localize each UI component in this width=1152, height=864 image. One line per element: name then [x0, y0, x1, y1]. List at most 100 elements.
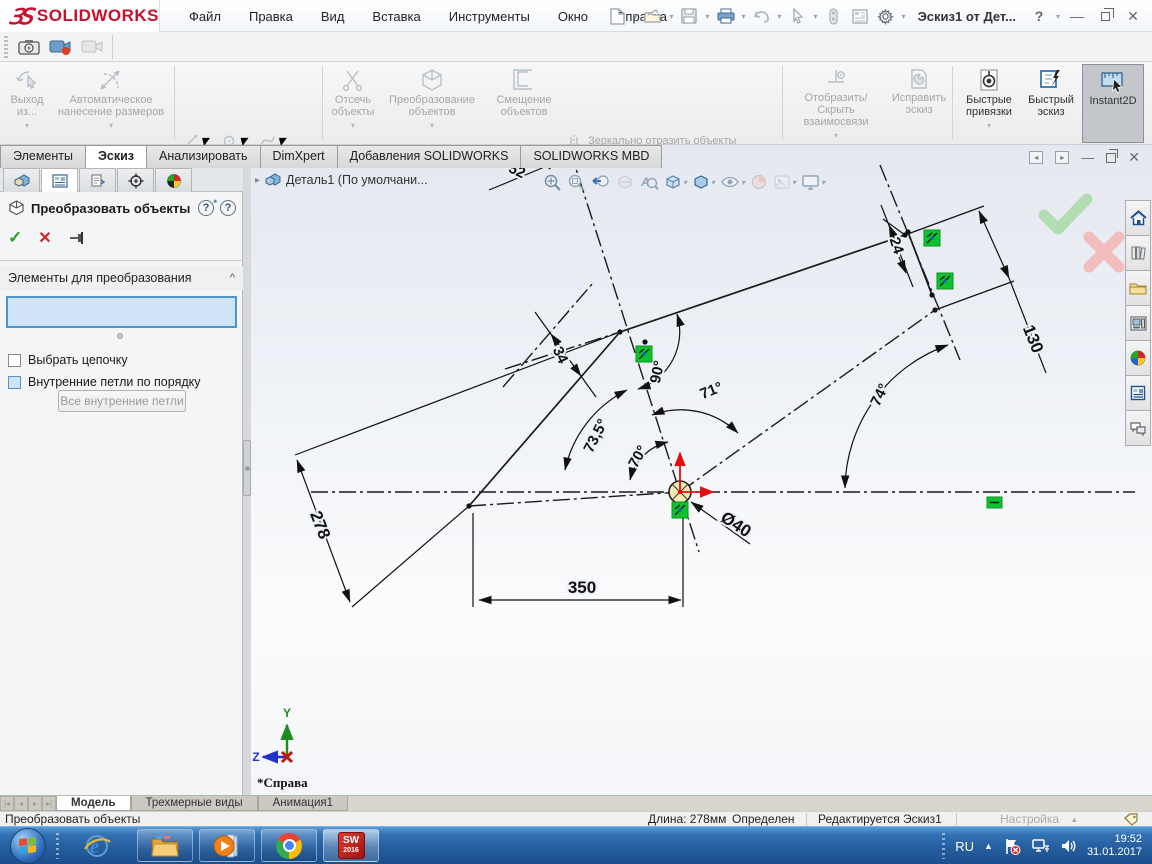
hide-show-items-icon[interactable]: ▾	[720, 174, 745, 190]
solidworks-taskbar-button[interactable]: SW 2016	[323, 829, 379, 862]
media-player-button[interactable]	[199, 829, 255, 862]
help-button[interactable]: ?	[1028, 8, 1050, 24]
dim-70-text[interactable]: 70°	[623, 441, 653, 473]
confirm-cancel-icon[interactable]	[1083, 231, 1125, 273]
feature-tree-flyout[interactable]: ▸ Деталь1 (По умолчани...	[255, 173, 428, 187]
volume-icon[interactable]	[1060, 838, 1077, 854]
instant2d-button[interactable]: Instant2D	[1082, 64, 1144, 143]
tab-evaluate[interactable]: Анализировать	[145, 145, 261, 168]
internet-explorer-button[interactable]: e	[72, 829, 122, 862]
first-tab-button[interactable]: |◂	[0, 796, 14, 811]
undo-icon[interactable]	[752, 6, 772, 26]
pm-cancel-button[interactable]: ✕	[38, 228, 51, 248]
dim-angle-74[interactable]	[840, 344, 949, 489]
dim-angle-71[interactable]	[651, 406, 739, 434]
tab-addins[interactable]: Добавления SOLIDWORKS	[336, 145, 522, 168]
view-settings-icon[interactable]: ▾	[801, 174, 825, 191]
menu-view[interactable]: Вид	[307, 9, 359, 24]
graphics-area[interactable]: 350 278 34 24 130 52 90° 71° 73,5° 70° 7…	[251, 145, 1152, 795]
doc-restore-icon[interactable]	[1106, 148, 1119, 163]
view-orientation-icon[interactable]: ▾	[664, 173, 687, 191]
print-dropdown[interactable]: ▾	[742, 12, 746, 21]
pm-pin-button[interactable]	[68, 231, 88, 245]
toolbar-drag-handle[interactable]	[4, 36, 8, 58]
entities-selection-listbox[interactable]	[6, 296, 237, 328]
zoom-area-icon[interactable]	[567, 173, 586, 191]
annotations-visibility-icon[interactable]: A	[639, 173, 659, 191]
smart-dimension-button[interactable]: Автоматическое нанесение размеров ▾	[52, 64, 170, 143]
inner-loops-checkbox[interactable]	[8, 375, 21, 389]
sketch-lines[interactable]	[468, 231, 933, 507]
pm-ok-button[interactable]: ✓	[8, 228, 22, 248]
dim-350-text[interactable]: 350	[566, 576, 598, 599]
relation-markers[interactable]	[635, 229, 1003, 519]
pane-left-icon[interactable]: ◂	[1029, 151, 1044, 164]
appearances-tab[interactable]	[1125, 340, 1151, 376]
property-manager-tab[interactable]	[41, 168, 78, 192]
open-icon[interactable]	[643, 6, 663, 26]
new-document-icon[interactable]	[607, 6, 627, 26]
tab-features[interactable]: Элементы	[0, 145, 86, 168]
menu-edit[interactable]: Правка	[235, 9, 307, 24]
custom-properties-tab[interactable]	[1125, 375, 1151, 411]
zoom-fit-icon[interactable]	[543, 173, 562, 191]
explorer-button[interactable]	[137, 829, 193, 862]
help-dropdown[interactable]: ▾	[1056, 12, 1060, 21]
design-library-tab[interactable]	[1125, 235, 1151, 271]
dim-24-text[interactable]: 24	[884, 233, 910, 259]
view-palette-tab[interactable]	[1125, 305, 1151, 341]
menu-tools[interactable]: Инструменты	[435, 9, 544, 24]
screen-capture-icon[interactable]	[16, 35, 42, 59]
options-list-icon[interactable]	[850, 6, 870, 26]
record-video-icon[interactable]	[48, 35, 74, 59]
tab-sketch[interactable]: Эскиз	[84, 145, 147, 168]
animation-tab[interactable]: Анимация1	[257, 796, 349, 811]
selection-filter-icon[interactable]	[824, 6, 844, 26]
tree-item-label[interactable]: Деталь1 (По умолчани...	[286, 173, 428, 187]
dim-71-text[interactable]: 71°	[696, 377, 727, 405]
dim-278-text[interactable]: 278	[304, 506, 336, 543]
tab-dimxpert[interactable]: DimXpert	[259, 145, 338, 168]
whats-new-help-icon[interactable]: ? *	[198, 198, 217, 216]
network-icon[interactable]	[1031, 838, 1050, 854]
close-button[interactable]: ✕	[1122, 8, 1144, 25]
new-dropdown[interactable]: ▾	[633, 12, 637, 21]
settings-dropdown[interactable]: ▾	[902, 12, 906, 21]
status-custom[interactable]: Настройка	[1000, 812, 1059, 827]
model-tab[interactable]: Модель	[56, 796, 131, 811]
pane-right-icon[interactable]: ▸	[1055, 151, 1070, 164]
print-icon[interactable]	[716, 6, 736, 26]
undo-dropdown[interactable]: ▾	[778, 12, 782, 21]
restore-button[interactable]	[1094, 8, 1116, 24]
listbox-resize-handle[interactable]	[117, 333, 123, 339]
chrome-button[interactable]	[261, 829, 317, 862]
menu-file[interactable]: Файл	[175, 9, 235, 24]
select-dropdown[interactable]: ▾	[814, 12, 818, 21]
custom-up-icon[interactable]: ▴	[1072, 812, 1077, 827]
minimize-button[interactable]: —	[1066, 8, 1088, 24]
display-manager-tab[interactable]	[155, 168, 192, 192]
dim-278[interactable]	[294, 331, 621, 608]
prev-tab-button[interactable]: ◂	[14, 796, 28, 811]
comments-tab[interactable]	[1125, 410, 1151, 446]
dim-34-text[interactable]: 34	[547, 342, 574, 369]
dim-90-text[interactable]: 90°	[645, 357, 670, 387]
menu-insert[interactable]: Вставка	[358, 9, 434, 24]
pm-section-header[interactable]: Элементы для преобразования ^	[0, 266, 243, 290]
tab-mbd[interactable]: SOLIDWORKS MBD	[520, 145, 663, 168]
centerlines[interactable]	[311, 149, 1135, 553]
confirm-ok-icon[interactable]	[1038, 193, 1093, 235]
dim-130-text[interactable]: 130	[1017, 320, 1049, 357]
open-dropdown[interactable]: ▾	[669, 12, 673, 21]
rapid-sketch-button[interactable]: Быстрый эскиз	[1024, 64, 1078, 143]
clock[interactable]: 19:52 31.01.2017	[1087, 833, 1148, 859]
last-tab-button[interactable]: ▸|	[42, 796, 56, 811]
menu-window[interactable]: Окно	[544, 9, 602, 24]
file-explorer-tab[interactable]	[1125, 270, 1151, 306]
show-hidden-icons[interactable]: ▲	[984, 841, 993, 851]
sketch-points[interactable]	[466, 229, 938, 509]
configuration-manager-tab[interactable]	[79, 168, 116, 192]
expand-tree-icon[interactable]: ▸	[255, 175, 260, 186]
feature-manager-tab[interactable]	[3, 168, 40, 192]
start-button[interactable]	[10, 828, 46, 864]
